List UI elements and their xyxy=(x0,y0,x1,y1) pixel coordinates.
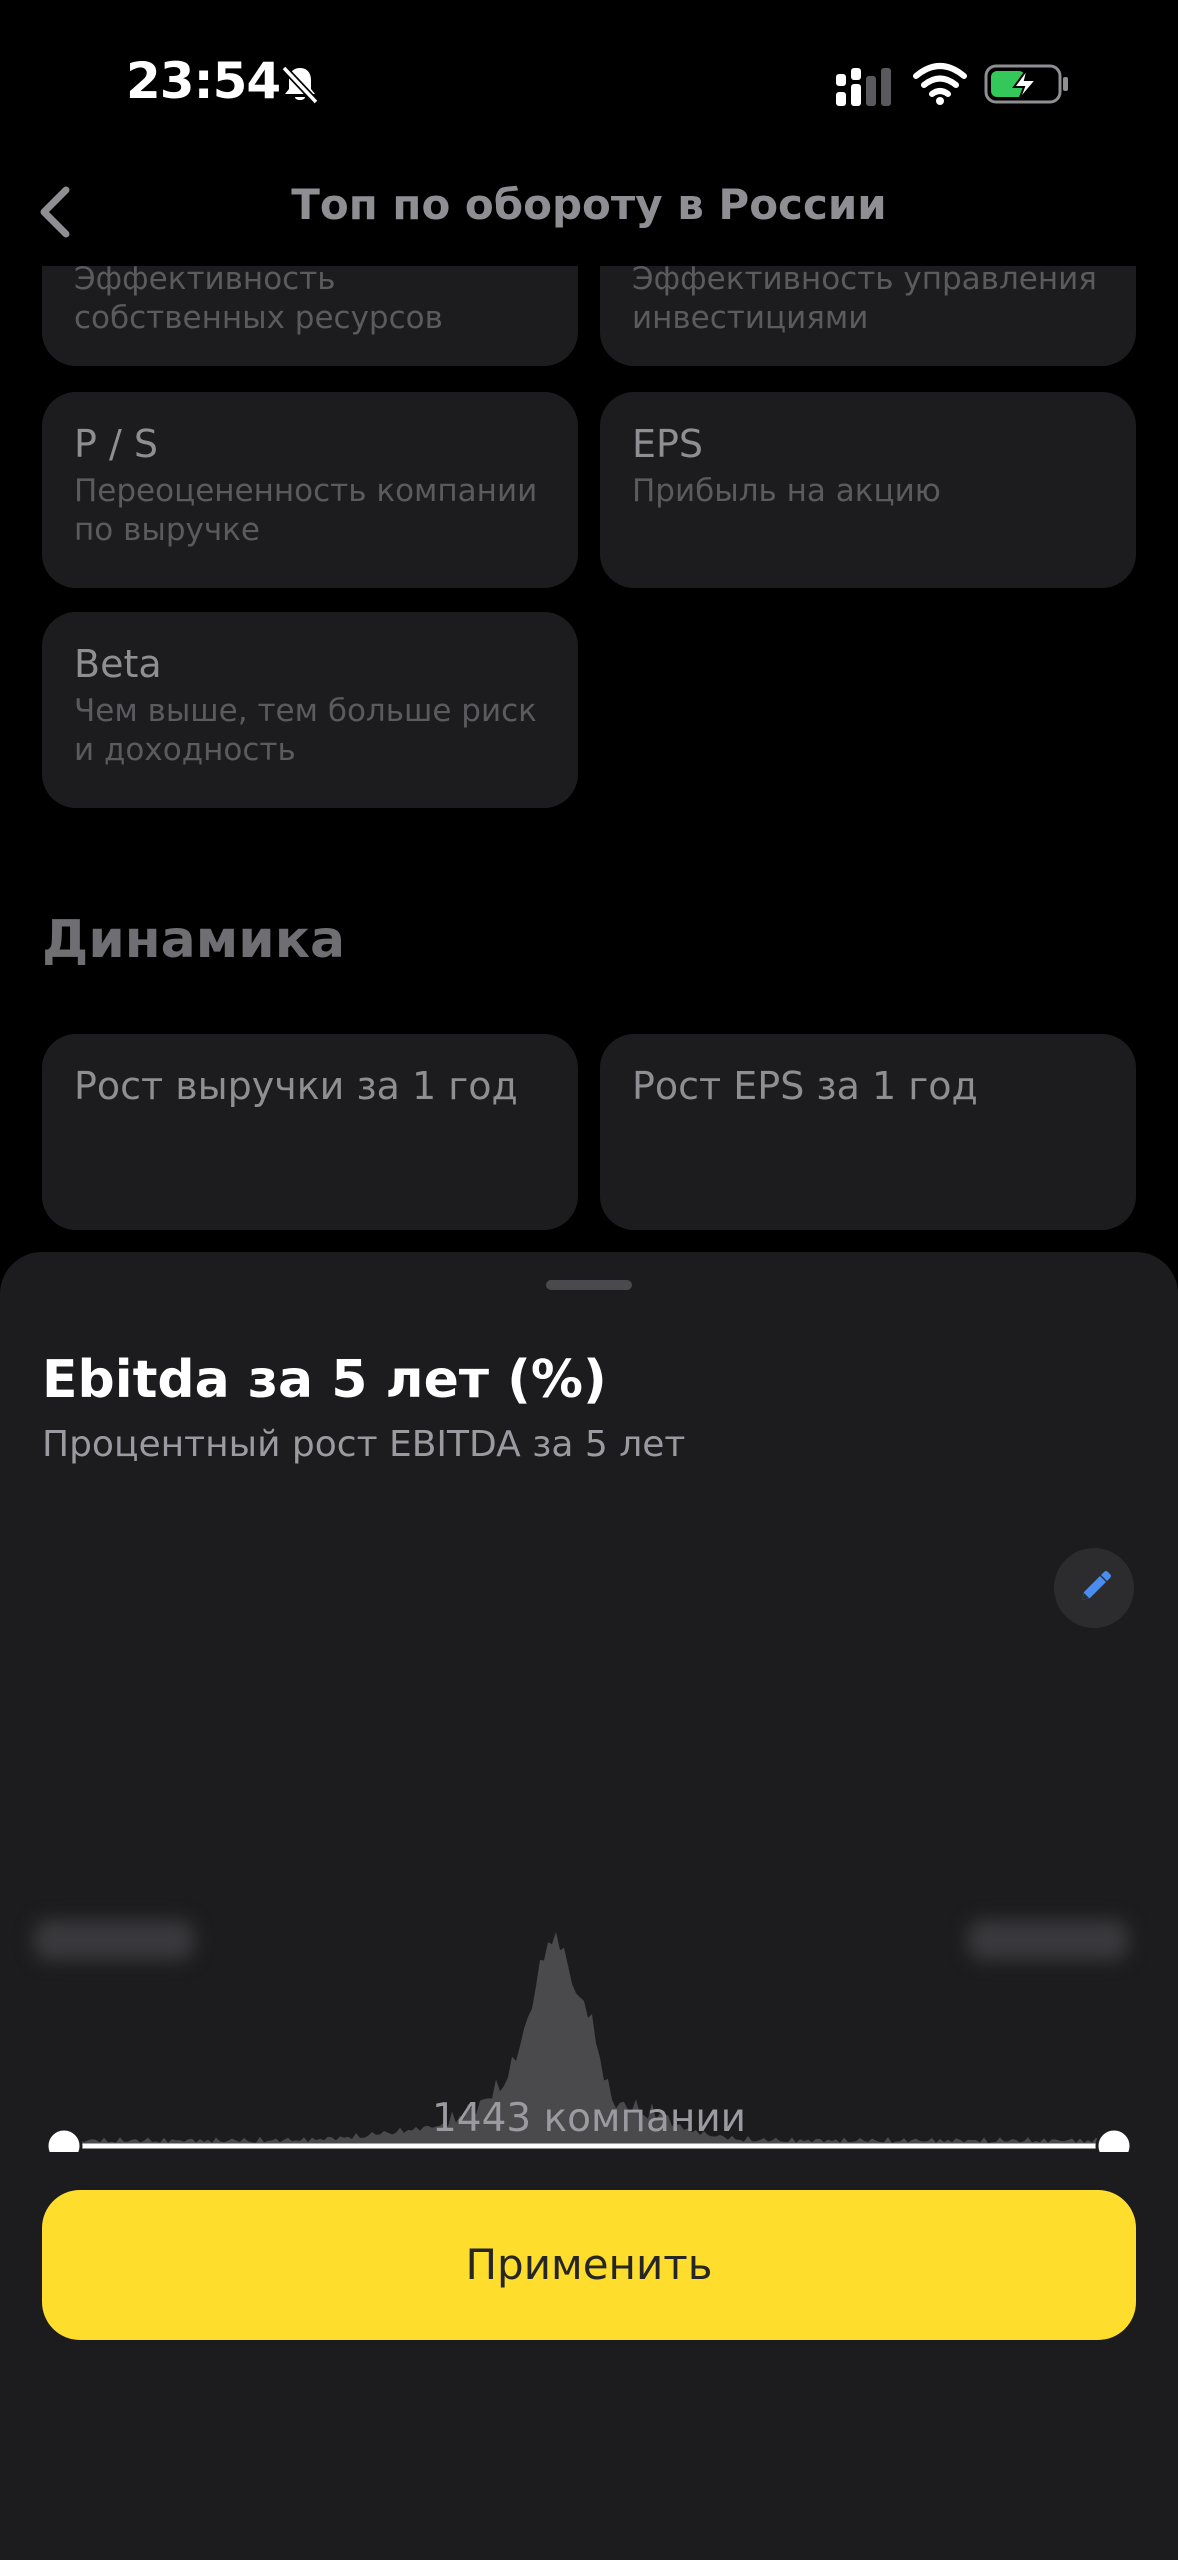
card-title: Рост выручки за 1 год xyxy=(74,1064,518,1108)
back-button[interactable] xyxy=(28,172,88,248)
edit-range-button[interactable] xyxy=(1054,1548,1134,1628)
metric-card-equity-efficiency[interactable]: Эффективность собственных ресурсов xyxy=(42,266,578,366)
wifi-icon xyxy=(913,63,967,105)
range-max-value-blurred xyxy=(968,1920,1128,1960)
section-title-dynamics: Динамика xyxy=(42,910,346,970)
apply-button[interactable]: Применить xyxy=(42,2190,1136,2340)
card-title: Beta xyxy=(74,642,162,686)
card-description: Эффективность управления инвестициями xyxy=(632,266,1097,336)
metric-card-investment-efficiency[interactable]: Эффективность управления инвестициями xyxy=(600,266,1136,366)
dynamics-card-revenue-growth[interactable]: Рост выручки за 1 год xyxy=(42,1034,578,1230)
status-bar: 23:54 xyxy=(0,0,1178,170)
cellular-signal-icon xyxy=(836,68,891,106)
page-title: Топ по обороту в России xyxy=(291,180,887,229)
sheet-subtitle: Процентный рост EBITDA за 5 лет xyxy=(42,1424,686,1465)
card-description: Прибыль на акцию xyxy=(632,473,941,509)
sheet-drag-handle[interactable] xyxy=(546,1280,632,1290)
battery-charging-icon xyxy=(984,64,1068,104)
metric-card-beta[interactable]: Beta Чем выше, тем больше риск и доходно… xyxy=(42,612,578,808)
range-min-value-blurred xyxy=(34,1920,194,1960)
card-description: Переоцененность компании по выручке xyxy=(74,473,538,548)
chevron-left-icon xyxy=(40,186,70,238)
filter-bottom-sheet: Ebitda за 5 лет (%) Процентный рост EBIT… xyxy=(0,1252,1178,2560)
pencil-icon xyxy=(1082,1571,1111,1600)
card-title: EPS xyxy=(632,422,704,466)
filter-list[interactable]: Эффективность собственных ресурсов Эффек… xyxy=(0,266,1178,1266)
metric-card-eps[interactable]: EPS Прибыль на акцию xyxy=(600,392,1136,588)
card-title: Рост EPS за 1 год xyxy=(632,1064,978,1108)
screen: 23:54 Топ по обороту в России Эффективно… xyxy=(0,0,1178,2560)
dynamics-card-eps-growth[interactable]: Рост EPS за 1 год xyxy=(600,1034,1136,1230)
companies-count: 1443 компании xyxy=(431,2096,747,2141)
metric-card-ps[interactable]: P / S Переоцененность компании по выручк… xyxy=(42,392,578,588)
card-title: P / S xyxy=(74,422,158,466)
sheet-title: Ebitda за 5 лет (%) xyxy=(42,1350,607,1410)
bell-slash-icon xyxy=(281,65,319,105)
card-description: Чем выше, тем больше риск и доходность xyxy=(74,693,537,768)
card-description: Эффективность собственных ресурсов xyxy=(74,266,443,336)
status-time: 23:54 xyxy=(126,52,281,110)
